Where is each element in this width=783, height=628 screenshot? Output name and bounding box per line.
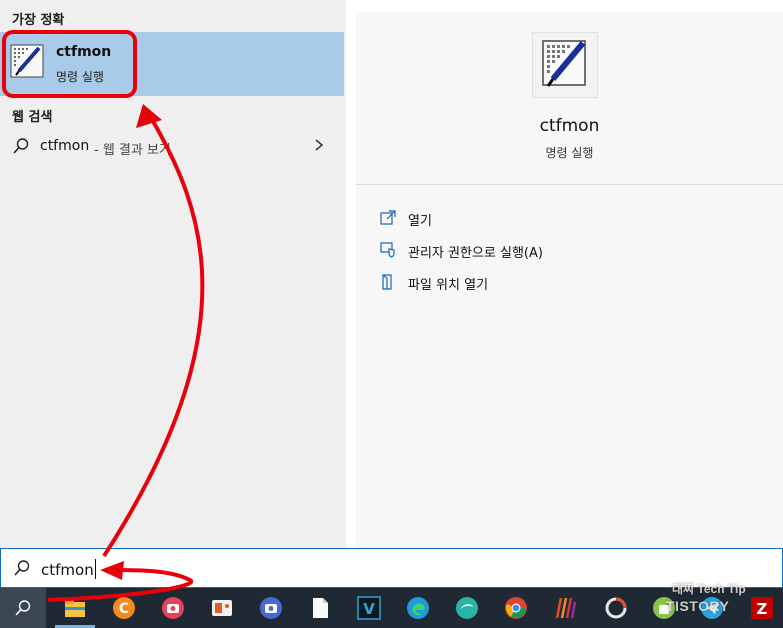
best-match-title: ctfmon — [56, 44, 112, 60]
edge-icon[interactable] — [406, 596, 430, 620]
ccleaner-icon[interactable]: C — [112, 596, 136, 620]
best-match-result[interactable]: ctfmon 명령 실행 — [0, 32, 344, 96]
chrome-icon[interactable] — [504, 596, 528, 620]
preview-pane: ctfmon 명령 실행 열기 관리자 권한으로 실행(A) 파일 위치 열기 — [356, 12, 783, 548]
preview-divider — [356, 184, 783, 185]
file-location-icon — [382, 274, 392, 290]
screen-recorder-icon[interactable] — [161, 596, 185, 620]
file-explorer-icon[interactable] — [63, 596, 87, 620]
search-input-value: ctfmon — [41, 559, 96, 579]
preview-subtitle: 명령 실행 — [545, 146, 594, 160]
best-match-subtitle: 명령 실행 — [56, 70, 104, 84]
web-result-query: ctfmon — [40, 138, 90, 154]
open-file-location-label: 파일 위치 열기 — [408, 278, 489, 293]
search-icon — [15, 600, 31, 616]
open-action-label: 열기 — [408, 214, 432, 229]
chevron-right-icon[interactable] — [313, 138, 325, 152]
watermark-line2: TISTORY — [666, 598, 730, 614]
svg-text:V: V — [363, 600, 375, 618]
open-icon — [380, 210, 396, 225]
loading-app-icon[interactable] — [604, 596, 628, 620]
text-caret — [94, 559, 96, 579]
best-match-heading: 가장 정확 — [12, 13, 65, 28]
search-icon — [14, 560, 30, 576]
preview-title: ctfmon — [539, 116, 600, 136]
svg-text:C: C — [119, 601, 129, 617]
taskbar-search-button[interactable] — [0, 588, 46, 628]
photo-app-icon[interactable] — [210, 596, 234, 620]
ctfmon-app-icon — [10, 44, 44, 78]
stripes-app-icon[interactable] — [553, 596, 577, 620]
search-icon — [13, 138, 29, 154]
web-result-item[interactable]: ctfmon - 웹 결과 보기 — [0, 132, 344, 162]
web-result-suffix: - 웹 결과 보기 — [94, 143, 171, 158]
watermark-line1: 대찌 Tech Tip — [672, 582, 746, 596]
run-as-admin-label: 관리자 권한으로 실행(A) — [408, 246, 543, 261]
web-search-heading: 웹 검색 — [12, 110, 53, 125]
v-app-icon[interactable]: V — [357, 596, 381, 620]
ctfmon-preview-icon — [532, 32, 598, 98]
shield-icon — [380, 242, 395, 258]
camera-app-icon[interactable] — [259, 596, 283, 620]
swirl-app-icon[interactable] — [455, 596, 479, 620]
notepad-icon[interactable] — [308, 596, 332, 620]
watermark: 대찌 Tech Tip TISTORY — [664, 580, 783, 624]
results-pane: 가장 정확 ctfmon 명령 실행 웹 검색 ctfmon - 웹 결과 보기 — [0, 0, 346, 548]
